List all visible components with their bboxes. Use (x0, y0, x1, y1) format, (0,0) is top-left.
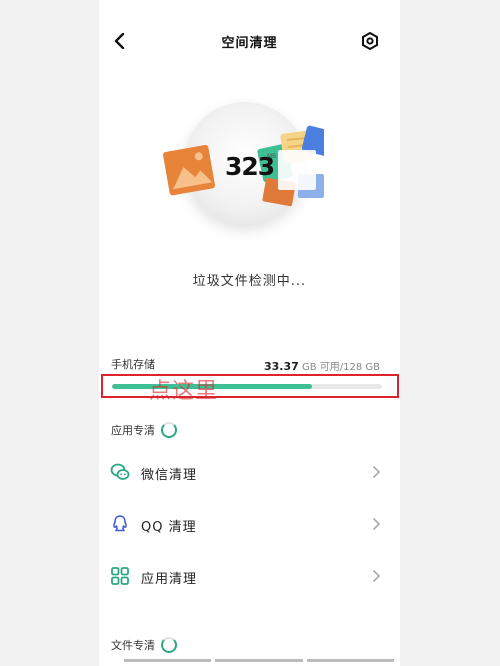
storage-total: 可用/128 GB (319, 362, 380, 373)
tab-indicator (306, 659, 394, 662)
junk-size-unit: MB (267, 153, 277, 160)
file-clean-heading: 文件专清 (111, 639, 155, 652)
wechat-icon (110, 463, 130, 480)
phone-screen: 空间清理 323 MB 垃圾文件检测中... 手机存储 33.37 GB 可用/… (99, 0, 400, 666)
settings-button[interactable] (359, 30, 381, 52)
loading-spinner-icon (161, 422, 177, 438)
app-clean-heading: 应用专清 (111, 424, 155, 437)
wechat-clean-row[interactable]: 微信清理 (99, 451, 400, 491)
tab-indicator (215, 659, 303, 662)
top-bar: 空间清理 (99, 0, 400, 82)
wechat-clean-label: 微信清理 (141, 468, 198, 483)
chevron-right-icon (373, 518, 381, 530)
qq-icon (113, 515, 127, 532)
storage-progress-bar (112, 384, 382, 389)
storage-available-value: 33.37 (263, 360, 299, 373)
qq-clean-label: QQ 清理 (141, 520, 197, 535)
file-clean-section: 文件专清 (111, 637, 177, 653)
scan-status-text: 垃圾文件检测中... (192, 274, 307, 289)
app-clean-row[interactable]: 应用清理 (99, 555, 400, 595)
storage-progress-fill (112, 384, 312, 389)
storage-label: 手机存储 (111, 358, 155, 371)
qq-clean-row[interactable]: QQ 清理 (99, 503, 400, 543)
chevron-right-icon (373, 466, 381, 478)
app-clean-label: 应用清理 (141, 572, 198, 587)
tab-indicator (124, 659, 212, 662)
storage-available-unit: GB (301, 362, 317, 373)
bottom-tab-indicators (124, 659, 394, 662)
chevron-right-icon (373, 570, 381, 582)
storage-bar-highlight[interactable]: 点这里 (101, 374, 399, 404)
apps-grid-icon (111, 567, 129, 585)
tap-here-annotation: 点这里 (149, 379, 219, 404)
scan-hero: 323 MB (99, 90, 400, 250)
storage-available: 33.37 GB 可用/128 GB (264, 358, 380, 373)
page-title: 空间清理 (221, 36, 278, 51)
app-clean-section: 应用专清 (111, 422, 177, 438)
loading-spinner-icon (161, 637, 177, 653)
settings-icon (362, 32, 378, 50)
